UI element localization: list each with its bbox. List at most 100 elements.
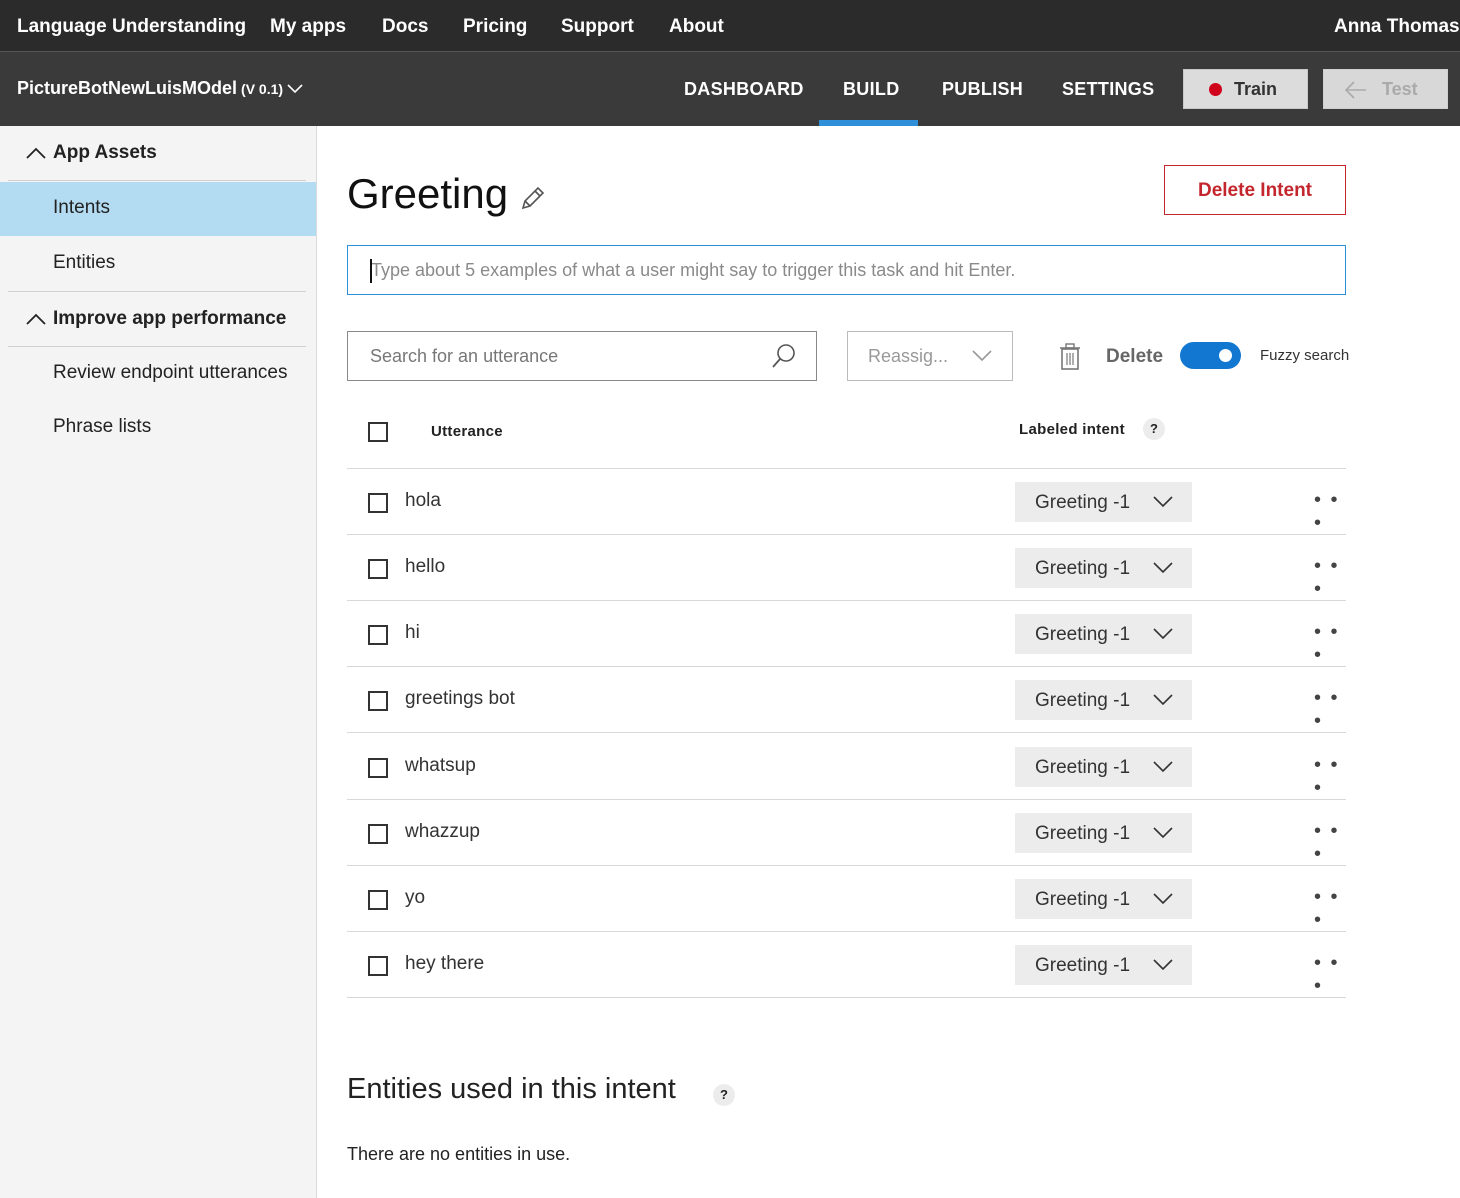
intent-title: Greeting	[347, 170, 509, 217]
more-options-icon[interactable]: • • •	[1314, 687, 1346, 733]
chevron-down-icon	[1153, 959, 1173, 971]
column-header-utterance[interactable]: Utterance	[431, 423, 503, 440]
labeled-intent-dropdown[interactable]: Greeting -1	[1015, 879, 1192, 919]
utterance-text: hola	[405, 490, 441, 511]
test-button[interactable]: Test	[1323, 69, 1448, 109]
more-options-icon[interactable]: • • •	[1314, 489, 1346, 535]
row-checkbox[interactable]	[368, 824, 388, 844]
arrow-left-icon	[1344, 81, 1366, 99]
table-row: whazzup Greeting -1 • • •	[347, 800, 1346, 866]
row-checkbox[interactable]	[368, 956, 388, 976]
reassign-label: Reassig...	[868, 346, 949, 366]
utterance-text: greetings bot	[405, 688, 515, 709]
more-options-icon[interactable]: • • •	[1314, 952, 1346, 998]
app-bar: PictureBotNewLuisMOdel (V 0.1) DASHBOARD …	[0, 52, 1460, 126]
labeled-intent-dropdown[interactable]: Greeting -1	[1015, 482, 1192, 522]
sidebar-item-label: Intents	[53, 197, 111, 218]
user-menu[interactable]: Anna Thomas	[1334, 16, 1460, 38]
sidebar-item-review-endpoint[interactable]: Review endpoint utterances	[0, 347, 316, 401]
tab-publish[interactable]: PUBLISH	[942, 79, 1023, 100]
section-improve-performance[interactable]: Improve app performance	[8, 292, 306, 347]
nav-my-apps[interactable]: My apps	[270, 16, 346, 38]
nav-pricing[interactable]: Pricing	[463, 16, 527, 38]
select-all-checkbox[interactable]	[368, 422, 388, 442]
table-row: hola Greeting -1 • • •	[347, 469, 1346, 535]
labeled-intent-dropdown[interactable]: Greeting -1	[1015, 813, 1192, 853]
utterance-text: yo	[405, 887, 426, 908]
row-checkbox[interactable]	[368, 625, 388, 645]
labeled-intent-dropdown[interactable]: Greeting -1	[1015, 614, 1192, 654]
help-icon[interactable]: ?	[713, 1084, 735, 1106]
table-row: hey there Greeting -1 • • •	[347, 932, 1346, 998]
intent-label: Greeting -1	[1035, 757, 1131, 778]
reassign-dropdown[interactable]: Reassig...	[847, 331, 1013, 381]
chevron-down-icon	[287, 84, 303, 94]
intent-label: Greeting -1	[1035, 624, 1131, 645]
labeled-intent-dropdown[interactable]: Greeting -1	[1015, 680, 1192, 720]
more-options-icon[interactable]: • • •	[1314, 555, 1346, 601]
row-checkbox[interactable]	[368, 493, 388, 513]
table-row: hello Greeting -1 • • •	[347, 535, 1346, 601]
intent-label: Greeting -1	[1035, 823, 1131, 844]
more-options-icon[interactable]: • • •	[1314, 621, 1346, 667]
search-placeholder: Search for an utterance	[370, 346, 559, 366]
test-label: Test	[1382, 79, 1418, 99]
nav-docs[interactable]: Docs	[382, 16, 428, 38]
pencil-icon[interactable]	[519, 184, 547, 212]
intent-label: Greeting -1	[1035, 690, 1131, 711]
labeled-intent-dropdown[interactable]: Greeting -1	[1015, 747, 1192, 787]
search-input[interactable]: Search for an utterance	[347, 331, 817, 381]
help-icon[interactable]: ?	[1143, 418, 1165, 440]
brand-link[interactable]: Language Understanding	[17, 16, 246, 38]
more-options-icon[interactable]: • • •	[1314, 886, 1346, 932]
intent-label: Greeting -1	[1035, 889, 1131, 910]
sidebar-item-entities[interactable]: Entities	[0, 237, 316, 291]
sidebar-item-intents[interactable]: Intents	[0, 182, 316, 236]
chevron-down-icon	[1153, 694, 1173, 706]
nav-about[interactable]: About	[669, 16, 724, 38]
nav-support[interactable]: Support	[561, 16, 634, 38]
utterance-text: whatsup	[405, 755, 476, 776]
sidebar: App Assets Intents Entities Improve app …	[0, 126, 317, 1198]
section-title: Improve app performance	[53, 308, 287, 329]
column-header-labeled-intent[interactable]: Labeled intent	[1019, 421, 1125, 438]
fuzzy-search-toggle[interactable]	[1180, 342, 1241, 369]
delete-intent-button[interactable]: Delete Intent	[1164, 165, 1346, 215]
app-version: (V 0.1)	[241, 81, 284, 97]
chevron-down-icon	[1153, 496, 1173, 508]
train-button[interactable]: Train	[1183, 69, 1308, 109]
more-options-icon[interactable]: • • •	[1314, 820, 1346, 866]
labeled-intent-dropdown[interactable]: Greeting -1	[1015, 945, 1192, 985]
more-options-icon[interactable]: • • •	[1314, 754, 1346, 800]
intent-label: Greeting -1	[1035, 492, 1131, 513]
sidebar-item-label: Phrase lists	[53, 416, 152, 437]
train-status-dot	[1209, 83, 1222, 96]
row-checkbox[interactable]	[368, 758, 388, 778]
labeled-intent-dropdown[interactable]: Greeting -1	[1015, 548, 1192, 588]
app-name: PictureBotNewLuisMOdel	[17, 78, 238, 98]
delete-button[interactable]: Delete	[1106, 346, 1163, 368]
tab-build[interactable]: BUILD	[843, 79, 900, 100]
row-checkbox[interactable]	[368, 691, 388, 711]
sidebar-item-label: Review endpoint utterances	[53, 362, 288, 383]
row-checkbox[interactable]	[368, 890, 388, 910]
toggle-knob	[1219, 349, 1232, 362]
table-row: whatsup Greeting -1 • • •	[347, 734, 1346, 800]
trash-icon[interactable]	[1058, 343, 1082, 371]
utterance-text: hello	[405, 556, 446, 577]
tab-settings[interactable]: SETTINGS	[1062, 79, 1154, 100]
app-selector[interactable]: PictureBotNewLuisMOdel (V 0.1)	[17, 78, 303, 99]
row-checkbox[interactable]	[368, 559, 388, 579]
tab-dashboard[interactable]: DASHBOARD	[684, 79, 804, 100]
chevron-down-icon	[972, 350, 992, 362]
utterance-text: hey there	[405, 953, 485, 974]
utterance-input[interactable]: Type about 5 examples of what a user mig…	[347, 245, 1346, 295]
sidebar-item-label: Entities	[53, 252, 116, 273]
entities-empty-message: There are no entities in use.	[347, 1144, 571, 1164]
intent-label: Greeting -1	[1035, 955, 1131, 976]
section-app-assets[interactable]: App Assets	[8, 126, 306, 181]
text-caret	[370, 259, 372, 283]
entities-section-title: Entities used in this intent	[347, 1073, 676, 1105]
delete-intent-label: Delete Intent	[1197, 180, 1313, 201]
sidebar-item-phrase-lists[interactable]: Phrase lists	[0, 401, 316, 455]
